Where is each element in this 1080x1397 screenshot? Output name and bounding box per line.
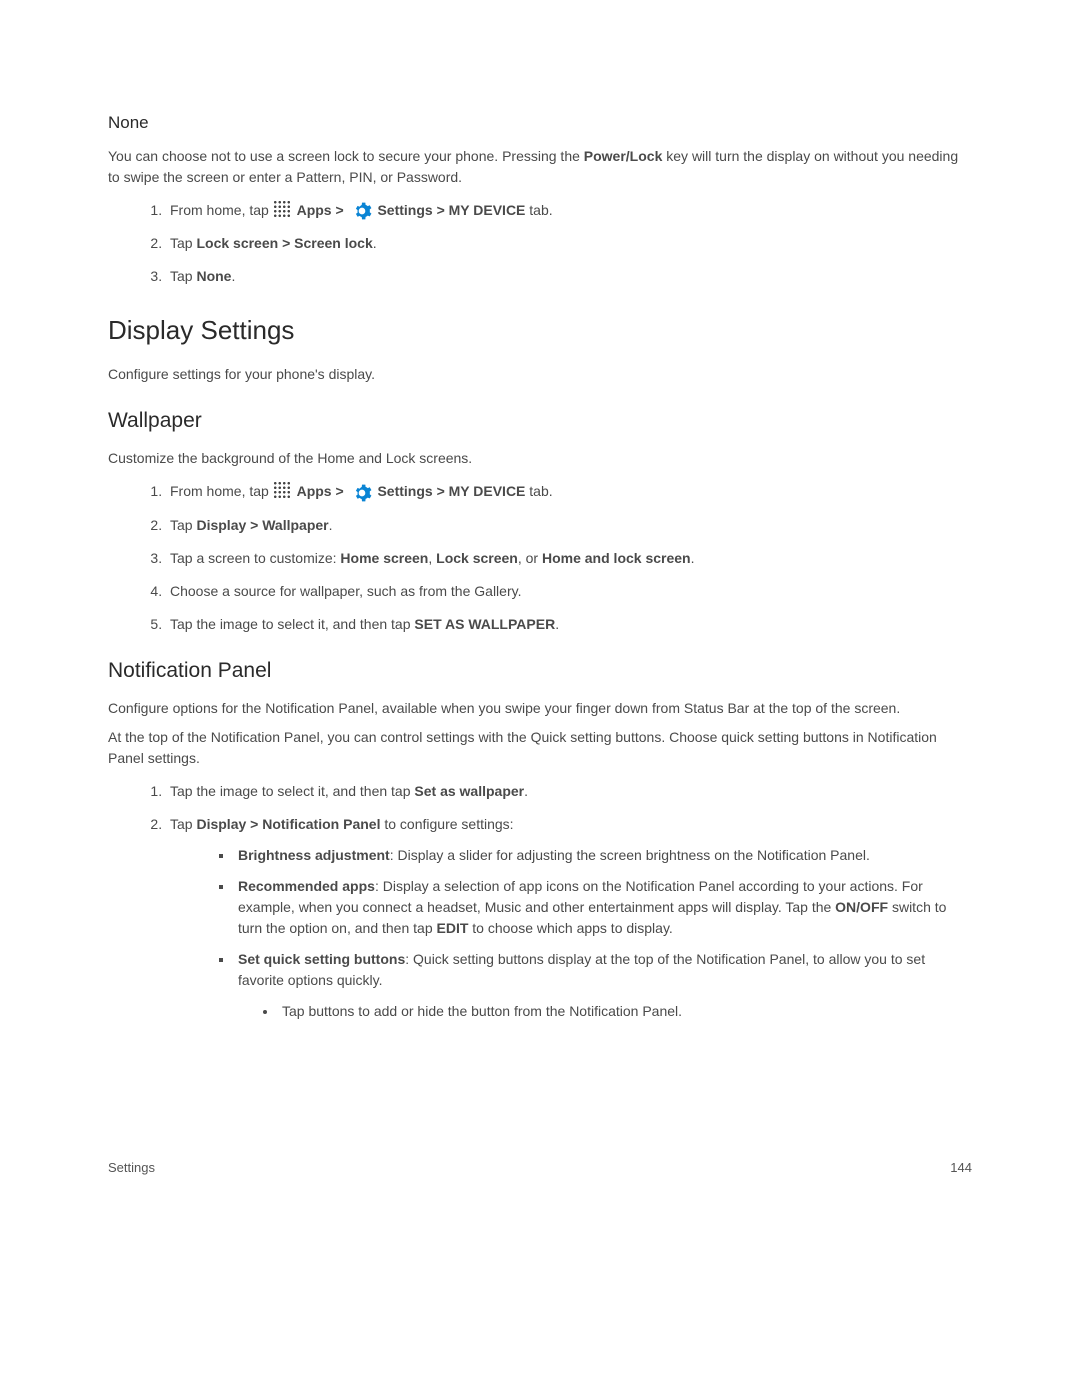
paragraph: You can choose not to use a screen lock …	[108, 146, 972, 188]
ordered-list: From home, tap Apps > Settings > MY DEVI…	[108, 481, 972, 634]
text-bold: Display > Wallpaper	[196, 517, 328, 533]
text-bold: Set as wallpaper	[414, 783, 524, 799]
text-bold: Lock screen > Screen lock	[196, 235, 372, 251]
text: .	[524, 783, 528, 799]
text: ,	[428, 550, 436, 566]
text: to choose which apps to display.	[468, 920, 672, 936]
text: Tap	[170, 268, 196, 284]
text: to configure settings:	[380, 816, 513, 832]
text-bold: Power/Lock	[584, 148, 663, 164]
text: Tap	[170, 517, 196, 533]
text: , or	[518, 550, 542, 566]
text: .	[329, 517, 333, 533]
text-bold: EDIT	[437, 920, 469, 936]
list-item: Choose a source for wallpaper, such as f…	[166, 581, 972, 602]
text: .	[691, 550, 695, 566]
list-item: From home, tap Apps > Settings > MY DEVI…	[166, 481, 972, 502]
heading-wallpaper: Wallpaper	[108, 405, 972, 437]
text-bold: Home and lock screen	[542, 550, 691, 566]
ordered-list: Tap the image to select it, and then tap…	[108, 781, 972, 1022]
document-page: None You can choose not to use a screen …	[0, 0, 1080, 1397]
text: Tap	[170, 816, 196, 832]
apps-grid-icon	[273, 481, 291, 499]
text-bold: Lock screen	[436, 550, 518, 566]
heading-display-settings: Display Settings	[108, 311, 972, 350]
list-item: Tap buttons to add or hide the button fr…	[278, 1001, 972, 1022]
text: From home, tap	[170, 202, 273, 218]
settings-gear-icon	[352, 201, 372, 221]
text-bold: Settings > MY DEVICE	[377, 202, 525, 218]
text: Tap the image to select it, and then tap	[170, 783, 414, 799]
sub-bullet-list: Tap buttons to add or hide the button fr…	[238, 1001, 972, 1022]
text-bold: Home screen	[340, 550, 428, 566]
paragraph: At the top of the Notification Panel, yo…	[108, 727, 972, 769]
text: .	[373, 235, 377, 251]
text: .	[231, 268, 235, 284]
heading-notification-panel: Notification Panel	[108, 655, 972, 687]
list-item: Tap the image to select it, and then tap…	[166, 781, 972, 802]
list-item: Brightness adjustment: Display a slider …	[234, 845, 972, 866]
page-content: None You can choose not to use a screen …	[108, 110, 972, 1034]
text: Tap the image to select it, and then tap	[170, 616, 414, 632]
text: tab.	[525, 202, 552, 218]
text: Tap	[170, 235, 196, 251]
text: tab.	[525, 483, 552, 499]
settings-gear-icon	[352, 483, 372, 503]
text-bold: SET AS WALLPAPER	[414, 616, 555, 632]
list-item: Tap Display > Wallpaper.	[166, 515, 972, 536]
text: You can choose not to use a screen lock …	[108, 148, 584, 164]
paragraph: Configure settings for your phone's disp…	[108, 364, 972, 385]
text-bold: Brightness adjustment	[238, 847, 390, 863]
text-bold: Apps >	[297, 202, 348, 218]
text: Tap a screen to customize:	[170, 550, 340, 566]
text-bold: Display > Notification Panel	[196, 816, 380, 832]
text: From home, tap	[170, 483, 273, 499]
list-item: From home, tap Apps > Settings > MY DEVI…	[166, 200, 972, 221]
paragraph: Customize the background of the Home and…	[108, 448, 972, 469]
list-item: Tap Lock screen > Screen lock.	[166, 233, 972, 254]
footer-section: Settings	[108, 1158, 155, 1178]
text-bold: Settings > MY DEVICE	[377, 483, 525, 499]
list-item: Set quick setting buttons: Quick setting…	[234, 949, 972, 1022]
text-bold: Recommended apps	[238, 878, 375, 894]
list-item: Tap the image to select it, and then tap…	[166, 614, 972, 635]
text-bold: Apps >	[297, 483, 348, 499]
list-item: Tap a screen to customize: Home screen , …	[166, 548, 972, 569]
bullet-list: Brightness adjustment: Display a slider …	[170, 845, 972, 1022]
list-item: Tap None.	[166, 266, 972, 287]
text-bold: ON/OFF	[835, 899, 888, 915]
list-item: Tap Display > Notification Panel to conf…	[166, 814, 972, 1022]
text: : Display a slider for adjusting the scr…	[390, 847, 870, 863]
page-footer: Settings 144	[108, 1158, 972, 1178]
text-bold: None	[196, 268, 231, 284]
paragraph: Configure options for the Notification P…	[108, 698, 972, 719]
list-item: Recommended apps: Display a selection of…	[234, 876, 972, 939]
page-number: 144	[950, 1158, 972, 1178]
apps-grid-icon	[273, 200, 291, 218]
ordered-list: From home, tap Apps > Settings > MY DEVI…	[108, 200, 972, 287]
text-bold: Set quick setting buttons	[238, 951, 405, 967]
heading-none: None	[108, 110, 972, 136]
text: .	[555, 616, 559, 632]
